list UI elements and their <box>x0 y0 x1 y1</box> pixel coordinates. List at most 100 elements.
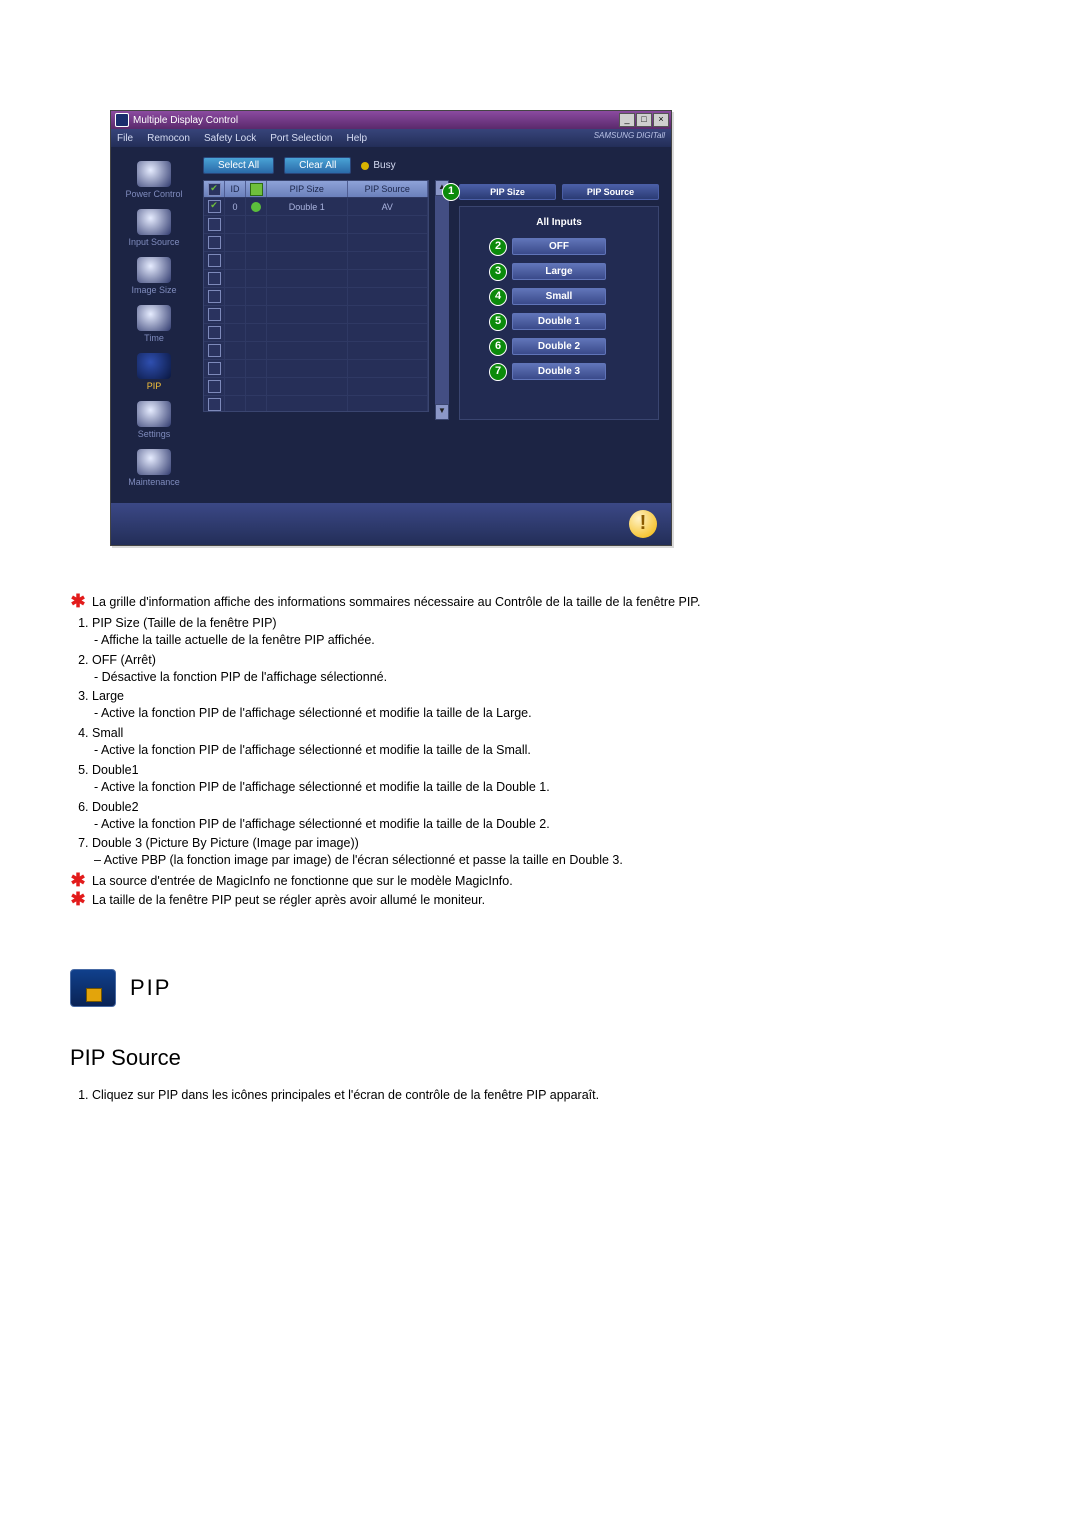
section-title: PIP <box>130 973 171 1003</box>
menu-file[interactable]: File <box>117 133 133 144</box>
list-item-head: Double2 <box>92 800 139 814</box>
sidebar-item-image-size[interactable]: Image Size <box>111 257 197 295</box>
sidebar-item-time[interactable]: Time <box>111 305 197 343</box>
callout-2: 2 <box>489 238 507 256</box>
sidebar-item-label: Power Control <box>125 189 182 199</box>
option-double3[interactable]: 7 Double 3 <box>512 363 606 380</box>
grid-header-pip-source[interactable]: PIP Source <box>348 181 429 197</box>
close-button[interactable]: × <box>653 113 669 127</box>
sidebar-item-label: Settings <box>138 429 171 439</box>
note-text: La grille d'information affiche des info… <box>92 594 701 611</box>
busy-dot-icon <box>361 162 369 170</box>
note-text: La taille de la fenêtre PIP peut se régl… <box>92 892 485 909</box>
sidebar-item-settings[interactable]: Settings <box>111 401 197 439</box>
menu-safety-lock[interactable]: Safety Lock <box>204 133 256 144</box>
grid-header-check[interactable] <box>204 181 225 197</box>
option-off[interactable]: 2 OFF <box>512 238 606 255</box>
callout-4: 4 <box>489 288 507 306</box>
list-item-head: Small <box>92 726 123 740</box>
steps-list: Cliquez sur PIP dans les icônes principa… <box>74 1087 1010 1104</box>
status-bar: ! <box>111 503 671 545</box>
sidebar-item-power-control[interactable]: Power Control <box>111 161 197 199</box>
list-item-head: PIP Size (Taille de la fenêtre PIP) <box>92 616 277 630</box>
note-line: ✱ La source d'entrée de MagicInfo ne fon… <box>70 873 1010 890</box>
grid-row[interactable] <box>204 395 428 411</box>
row-checkbox[interactable] <box>208 308 221 321</box>
menu-remocon[interactable]: Remocon <box>147 133 190 144</box>
pip-size-tab-label: PIP Size <box>490 187 525 197</box>
row-checkbox[interactable] <box>208 362 221 375</box>
list-item-head: Large <box>92 689 124 703</box>
minimize-button[interactable]: _ <box>619 113 635 127</box>
grid-row[interactable] <box>204 341 428 359</box>
grid-row[interactable] <box>204 287 428 305</box>
list-item: Small - Active la fonction PIP de l'affi… <box>92 725 1010 759</box>
callout-3: 3 <box>489 263 507 281</box>
list-item: Double2 - Active la fonction PIP de l'af… <box>92 799 1010 833</box>
list-item: Large - Active la fonction PIP de l'affi… <box>92 688 1010 722</box>
row-checkbox[interactable] <box>208 326 221 339</box>
sidebar-item-maintenance[interactable]: Maintenance <box>111 449 197 487</box>
time-icon <box>137 305 171 331</box>
row-checkbox[interactable] <box>208 344 221 357</box>
app-window: Multiple Display Control _ □ × File Remo… <box>110 110 672 546</box>
list-item-body: - Active la fonction PIP de l'affichage … <box>94 705 1010 722</box>
grid-row[interactable] <box>204 233 428 251</box>
grid-header-status[interactable] <box>246 181 267 197</box>
maximize-button[interactable]: □ <box>636 113 652 127</box>
grid-row[interactable] <box>204 359 428 377</box>
power-icon <box>137 161 171 187</box>
row-checkbox[interactable] <box>208 236 221 249</box>
grid-row[interactable] <box>204 269 428 287</box>
grid-row[interactable] <box>204 305 428 323</box>
pip-source-tab[interactable]: PIP Source <box>562 184 659 200</box>
row-checkbox[interactable] <box>208 398 221 411</box>
row-checkbox[interactable] <box>208 254 221 267</box>
row-pip-source: AV <box>348 198 429 215</box>
row-checkbox[interactable] <box>208 290 221 303</box>
option-double1[interactable]: 5 Double 1 <box>512 313 606 330</box>
option-small[interactable]: 4 Small <box>512 288 606 305</box>
sidebar-item-label: PIP <box>147 381 162 391</box>
menubar: File Remocon Safety Lock Port Selection … <box>111 129 671 147</box>
grid-row[interactable] <box>204 251 428 269</box>
grid-row[interactable] <box>204 215 428 233</box>
grid-row[interactable] <box>204 377 428 395</box>
menu-help[interactable]: Help <box>346 133 367 144</box>
settings-icon <box>137 401 171 427</box>
row-checkbox[interactable] <box>208 272 221 285</box>
note-line: ✱ La taille de la fenêtre PIP peut se ré… <box>70 892 1010 909</box>
grid-header-id[interactable]: ID <box>225 181 246 197</box>
grid-scrollbar[interactable]: ▲ ▼ <box>435 180 449 420</box>
list-item-body: - Active la fonction PIP de l'affichage … <box>94 816 1010 833</box>
callout-7: 7 <box>489 363 507 381</box>
sidebar-item-input-source[interactable]: Input Source <box>111 209 197 247</box>
select-all-button[interactable]: Select All <box>203 157 274 174</box>
brand-label: SAMSUNG DIGITall <box>594 131 665 140</box>
option-double2[interactable]: 6 Double 2 <box>512 338 606 355</box>
callout-6: 6 <box>489 338 507 356</box>
sidebar-item-label: Time <box>144 333 164 343</box>
option-large[interactable]: 3 Large <box>512 263 606 280</box>
grid-row[interactable]: 0 Double 1 AV <box>204 197 428 215</box>
scroll-down-button[interactable]: ▼ <box>435 404 449 420</box>
subsection-title: PIP Source <box>70 1043 1010 1073</box>
panel-section-title: All Inputs <box>466 217 652 228</box>
main-area: Select All Clear All Busy ID PI <box>197 147 671 497</box>
menu-port-selection[interactable]: Port Selection <box>270 133 332 144</box>
row-checkbox[interactable] <box>208 200 221 213</box>
option-label: Large <box>545 266 572 277</box>
grid-header-pip-size[interactable]: PIP Size <box>267 181 348 197</box>
grid-row[interactable] <box>204 323 428 341</box>
clear-all-button[interactable]: Clear All <box>284 157 351 174</box>
step-item: Cliquez sur PIP dans les icônes principa… <box>92 1087 1010 1104</box>
row-checkbox[interactable] <box>208 380 221 393</box>
list-item-head: Double1 <box>92 763 139 777</box>
note-line: ✱ La grille d'information affiche des in… <box>70 594 1010 611</box>
pip-source-tab-label: PIP Source <box>587 187 634 197</box>
option-label: Double 1 <box>538 316 580 327</box>
sidebar-item-pip[interactable]: PIP <box>111 353 197 391</box>
row-checkbox[interactable] <box>208 218 221 231</box>
scroll-track[interactable] <box>435 196 449 404</box>
pip-size-tab[interactable]: 1 PIP Size <box>459 184 556 200</box>
